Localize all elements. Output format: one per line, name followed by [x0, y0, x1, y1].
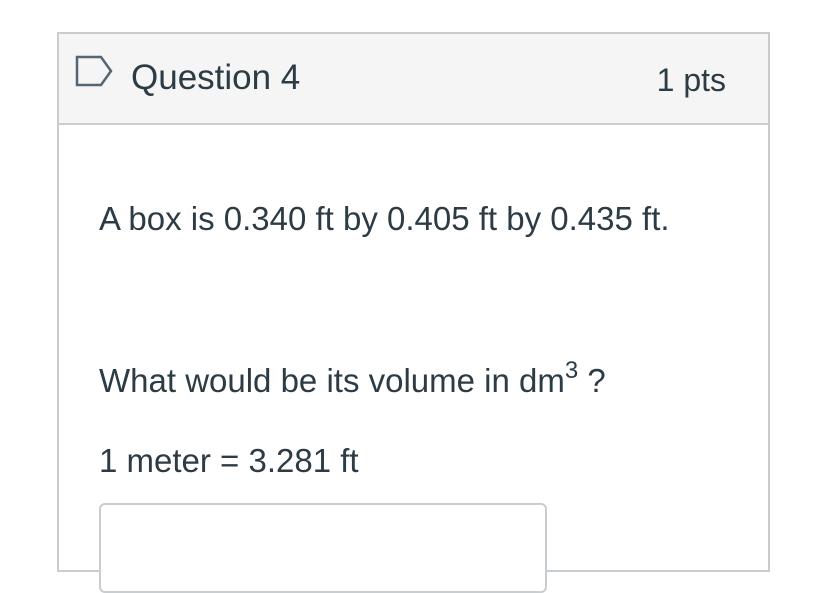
prompt-superscript: 3	[564, 357, 579, 384]
question-points: 1 pts	[656, 62, 726, 98]
flag-question-icon[interactable]	[74, 54, 114, 88]
question-text-prompt: What would be its volume in dm3 ?	[99, 353, 606, 412]
prompt-text: What would be its volume in dm	[99, 362, 565, 399]
question-text-conversion: 1 meter = 3.281 ft	[99, 442, 359, 479]
answer-input[interactable]	[99, 503, 547, 593]
question-card: Question 4 1 pts A box is 0.340 ft by 0.…	[57, 32, 770, 593]
prompt-question-mark: ?	[578, 362, 606, 399]
question-text-dimensions: A box is 0.340 ft by 0.405 ft by 0.435 f…	[99, 200, 670, 237]
question-title: Question 4	[131, 58, 301, 97]
question-header: Question 4 1 pts	[59, 34, 768, 125]
